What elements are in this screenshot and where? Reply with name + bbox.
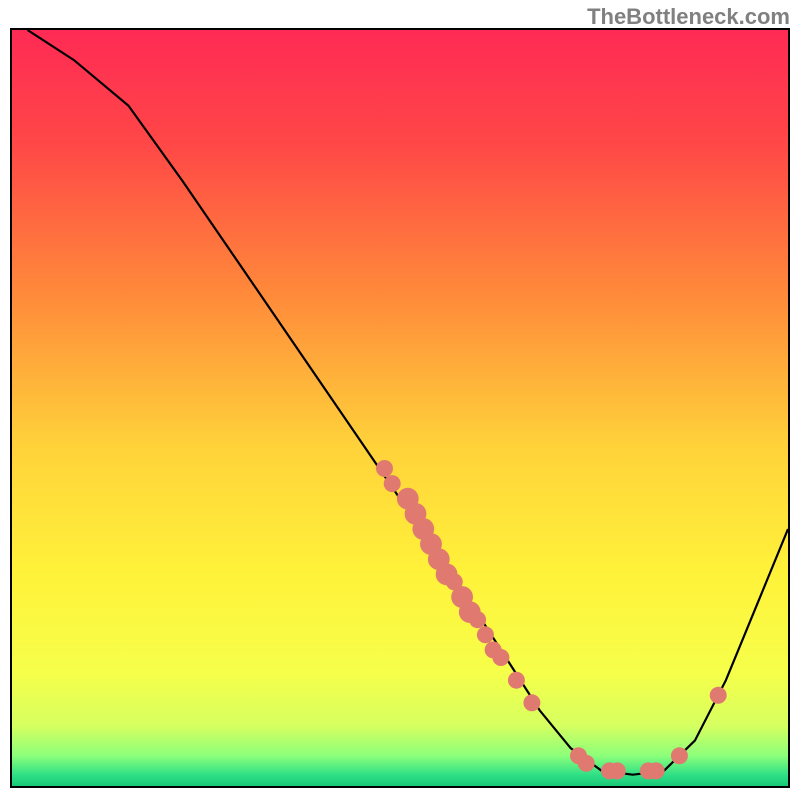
data-marker — [492, 649, 509, 666]
data-marker — [508, 672, 525, 689]
data-marker — [710, 687, 727, 704]
data-marker — [671, 747, 688, 764]
data-marker — [578, 755, 595, 772]
data-marker — [523, 694, 540, 711]
plot-area — [10, 28, 790, 788]
data-marker — [648, 762, 665, 779]
data-marker — [384, 475, 401, 492]
watermark-text: TheBottleneck.com — [587, 4, 790, 30]
data-marker — [609, 762, 626, 779]
data-marker — [469, 611, 486, 628]
data-marker — [477, 626, 494, 643]
data-marker — [376, 460, 393, 477]
bottleneck-curve — [28, 30, 789, 775]
curve-layer — [12, 30, 788, 786]
